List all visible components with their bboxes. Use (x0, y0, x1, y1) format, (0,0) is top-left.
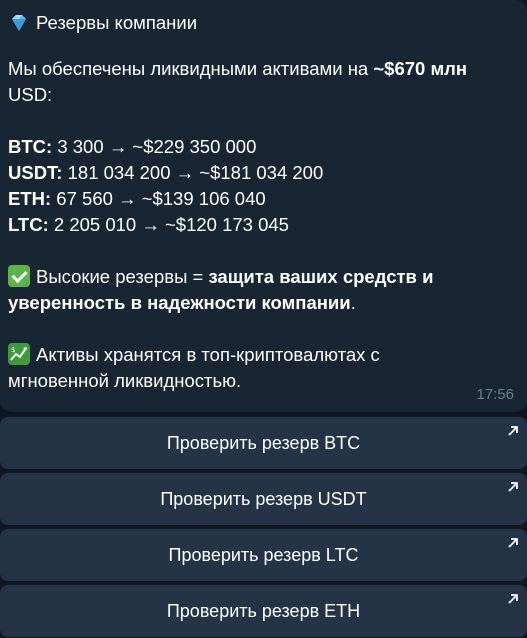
button-label: Проверить резерв BTC (166, 432, 361, 453)
check-reserve-eth-button[interactable]: Проверить резерв ETH (0, 585, 527, 637)
assets-line: $ Активы хранятся в топ-криптовалютах с (8, 342, 518, 368)
check-reserve-usdt-button[interactable]: Проверить резерв USDT (0, 473, 527, 525)
intro-line: Мы обеспечены ликвидными активами на ~$6… (8, 58, 468, 79)
external-link-arrow-icon (508, 538, 518, 548)
high-reserves-line-2: уверенность в надежности компании. (8, 292, 356, 313)
button-label: Проверить резерв LTC (168, 544, 359, 565)
svg-text:$: $ (11, 346, 15, 354)
reserve-row-eth: ETH: 67 560 → ~$139 106 040 (8, 188, 266, 209)
external-link-arrow-icon (508, 482, 518, 492)
intro-line-2: USD: (8, 84, 53, 105)
check-mark-icon (8, 265, 30, 287)
button-label: Проверить резерв USDT (160, 488, 367, 509)
message-time: 17:56 (476, 386, 514, 403)
external-link-arrow-icon (508, 426, 518, 436)
message-bubble: Резервы компании Мы обеспечены ликвидным… (0, 0, 527, 412)
reserve-row-ltc: LTC: 2 205 010 → ~$120 173 045 (8, 214, 289, 235)
assets-line-2: мгновенной ликвидностью. (8, 370, 242, 391)
message-title-line: Резервы компании (8, 8, 518, 38)
button-label: Проверить резерв ETH (166, 600, 361, 621)
check-reserve-btc-button[interactable]: Проверить резерв BTC (0, 417, 527, 469)
check-reserve-ltc-button[interactable]: Проверить резерв LTC (0, 529, 527, 581)
reserve-row-btc: BTC: 3 300 → ~$229 350 000 (8, 136, 257, 157)
chart-increasing-icon: $ (8, 343, 30, 365)
message-title: Резервы компании (36, 12, 198, 33)
external-link-arrow-icon (508, 594, 518, 604)
gem-icon (12, 15, 26, 31)
high-reserves-line: Высокие резервы = защита ваших средств и (8, 264, 518, 290)
intro-amount: ~$670 млн (373, 58, 468, 79)
reserve-row-usdt: USDT: 181 034 200 → ~$181 034 200 (8, 162, 324, 183)
